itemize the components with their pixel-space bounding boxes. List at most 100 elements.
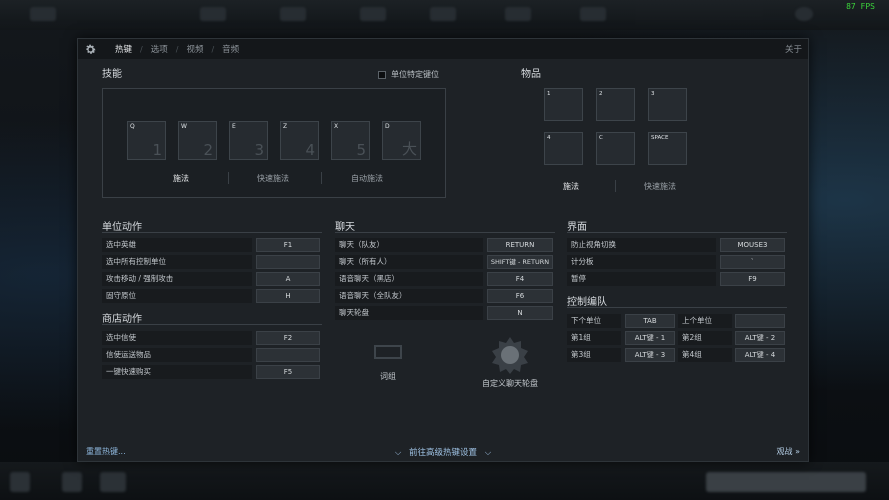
skills-title: 技能 [102, 69, 122, 80]
item-slot-1[interactable]: 1 [544, 88, 583, 121]
gear-icon[interactable] [83, 42, 97, 56]
item-slot-4[interactable]: 4 [544, 132, 583, 165]
item-mode-quickcast[interactable]: 快速施法 [644, 181, 676, 192]
shop-actions-title: 商店动作 [102, 314, 142, 325]
tab-video[interactable]: 视频 [178, 43, 211, 55]
hotkey-label: 选中英雄 [102, 238, 252, 252]
hotkey-label: 选中所有控制单位 [102, 255, 252, 269]
blurred-avatar [795, 7, 813, 21]
skill-number: 大 [401, 140, 417, 158]
about-link[interactable]: 关于 [785, 43, 802, 55]
hotkey-label: 固守原位 [102, 289, 252, 303]
skill-slot-d[interactable]: D 大 [382, 121, 421, 160]
hotkey-label: 第4组 [678, 348, 732, 362]
hotkey-label: 语音聊天（全队友） [335, 289, 483, 303]
item-key: SPACE [651, 135, 669, 141]
divider [321, 172, 322, 184]
skill-mode-autocast[interactable]: 自动施法 [351, 173, 383, 184]
hotkey-binding[interactable] [256, 255, 320, 269]
blurred-bottom-icon [10, 472, 30, 492]
phrase-button[interactable]: 词组 [363, 339, 413, 382]
skill-slot-w[interactable]: W 2 [178, 121, 217, 160]
skill-key: E [232, 123, 236, 130]
blurred-menu-icon [580, 7, 606, 21]
tab-options[interactable]: 选项 [143, 43, 176, 55]
fps-counter: 87 FPS [846, 2, 875, 11]
spectate-label: 观战 [776, 447, 793, 456]
hotkey-label: 一键快速购买 [102, 365, 252, 379]
skill-number: 3 [254, 141, 264, 159]
chat-wheel-button[interactable]: 自定义聊天轮盘 [460, 336, 560, 389]
item-slot-3[interactable]: 3 [648, 88, 687, 121]
skill-key: D [385, 123, 390, 130]
section-divider [335, 232, 555, 233]
hotkey-binding[interactable]: ALT键 - 3 [625, 348, 675, 362]
skill-mode-cast[interactable]: 施法 [173, 173, 189, 184]
hotkey-binding[interactable]: A [256, 272, 320, 286]
skill-slot-x[interactable]: X 5 [331, 121, 370, 160]
unit-specific-label: 单位特定键位 [391, 70, 439, 79]
hotkey-label: 聊天（队友） [335, 238, 483, 252]
settings-panel: 热键 / 选项 / 视频 / 音频 关于 技能 单位特定键位 Q 1 W 2 E… [77, 38, 809, 462]
hotkey-binding[interactable]: F1 [256, 238, 320, 252]
unit-specific-checkbox[interactable] [378, 70, 386, 79]
hotkey-binding[interactable]: F5 [256, 365, 320, 379]
item-slot-c[interactable]: C [596, 132, 635, 165]
skill-slot-e[interactable]: E 3 [229, 121, 268, 160]
hotkey-binding[interactable]: H [256, 289, 320, 303]
hotkey-binding[interactable] [735, 314, 785, 328]
skill-mode-quickcast[interactable]: 快速施法 [257, 173, 289, 184]
hotkey-label: 暂停 [567, 272, 716, 286]
game-bottom-bar [0, 462, 889, 500]
hotkey-label: 选中信使 [102, 331, 252, 345]
skill-number: 2 [203, 141, 213, 159]
hotkey-binding[interactable]: F4 [487, 272, 553, 286]
chevron-down-icon: ⌵ [484, 448, 492, 458]
blurred-menu-icon [505, 7, 531, 21]
hotkey-binding[interactable]: TAB [625, 314, 675, 328]
hotkey-label: 聊天轮盘 [335, 306, 483, 320]
hotkey-binding[interactable]: F9 [720, 272, 785, 286]
hotkey-binding[interactable]: N [487, 306, 553, 320]
blurred-menu-icon [430, 7, 456, 21]
skill-slot-q[interactable]: Q 1 [127, 121, 166, 160]
hotkey-binding[interactable] [256, 348, 320, 362]
spectate-link[interactable]: 观战 » [777, 446, 800, 457]
item-mode-cast[interactable]: 施法 [563, 181, 579, 192]
unit-actions-title: 单位动作 [102, 222, 142, 233]
phrase-label: 词组 [380, 372, 396, 381]
interface-title: 界面 [567, 222, 587, 233]
chat-wheel-icon [492, 337, 528, 374]
hotkey-binding[interactable]: F6 [487, 289, 553, 303]
unit-specific-toggle[interactable]: 单位特定键位 [378, 69, 439, 80]
blurred-menu-icon [360, 7, 386, 21]
tab-hotkeys[interactable]: 热键 [107, 43, 140, 55]
hotkey-binding[interactable]: ALT键 - 4 [735, 348, 785, 362]
blurred-menu-icon [30, 7, 56, 21]
skill-number: 5 [356, 141, 366, 159]
hotkey-binding[interactable]: F2 [256, 331, 320, 345]
section-divider [567, 232, 787, 233]
skill-key: W [181, 123, 187, 130]
hotkey-binding[interactable]: ` [720, 255, 785, 269]
skill-slot-z[interactable]: Z 4 [280, 121, 319, 160]
hotkey-label: 计分板 [567, 255, 716, 269]
hotkey-label: 聊天（所有人） [335, 255, 483, 269]
item-slot-space[interactable]: SPACE [648, 132, 687, 165]
hotkey-binding[interactable]: ALT键 - 2 [735, 331, 785, 345]
hotkey-binding[interactable]: ALT键 - 1 [625, 331, 675, 345]
skill-number: 1 [152, 141, 162, 159]
item-slot-2[interactable]: 2 [596, 88, 635, 121]
skill-key: Z [283, 123, 288, 130]
blurred-bottom-icon [100, 472, 126, 492]
hotkey-label: 语音聊天（黑店） [335, 272, 483, 286]
tab-audio[interactable]: 音频 [214, 43, 247, 55]
hotkey-binding[interactable]: SHIFT键 - RETURN [487, 255, 553, 269]
game-top-bar [0, 0, 889, 30]
item-key: 4 [547, 135, 551, 141]
hotkey-binding[interactable]: MOUSE3 [720, 238, 785, 252]
chevron-down-icon: ⌵ [394, 448, 402, 458]
advanced-hotkeys-link[interactable]: ⌵ 前往高级热键设置 ⌵ [78, 446, 808, 458]
hotkey-binding[interactable]: RETURN [487, 238, 553, 252]
hotkey-label: 第1组 [567, 331, 621, 345]
